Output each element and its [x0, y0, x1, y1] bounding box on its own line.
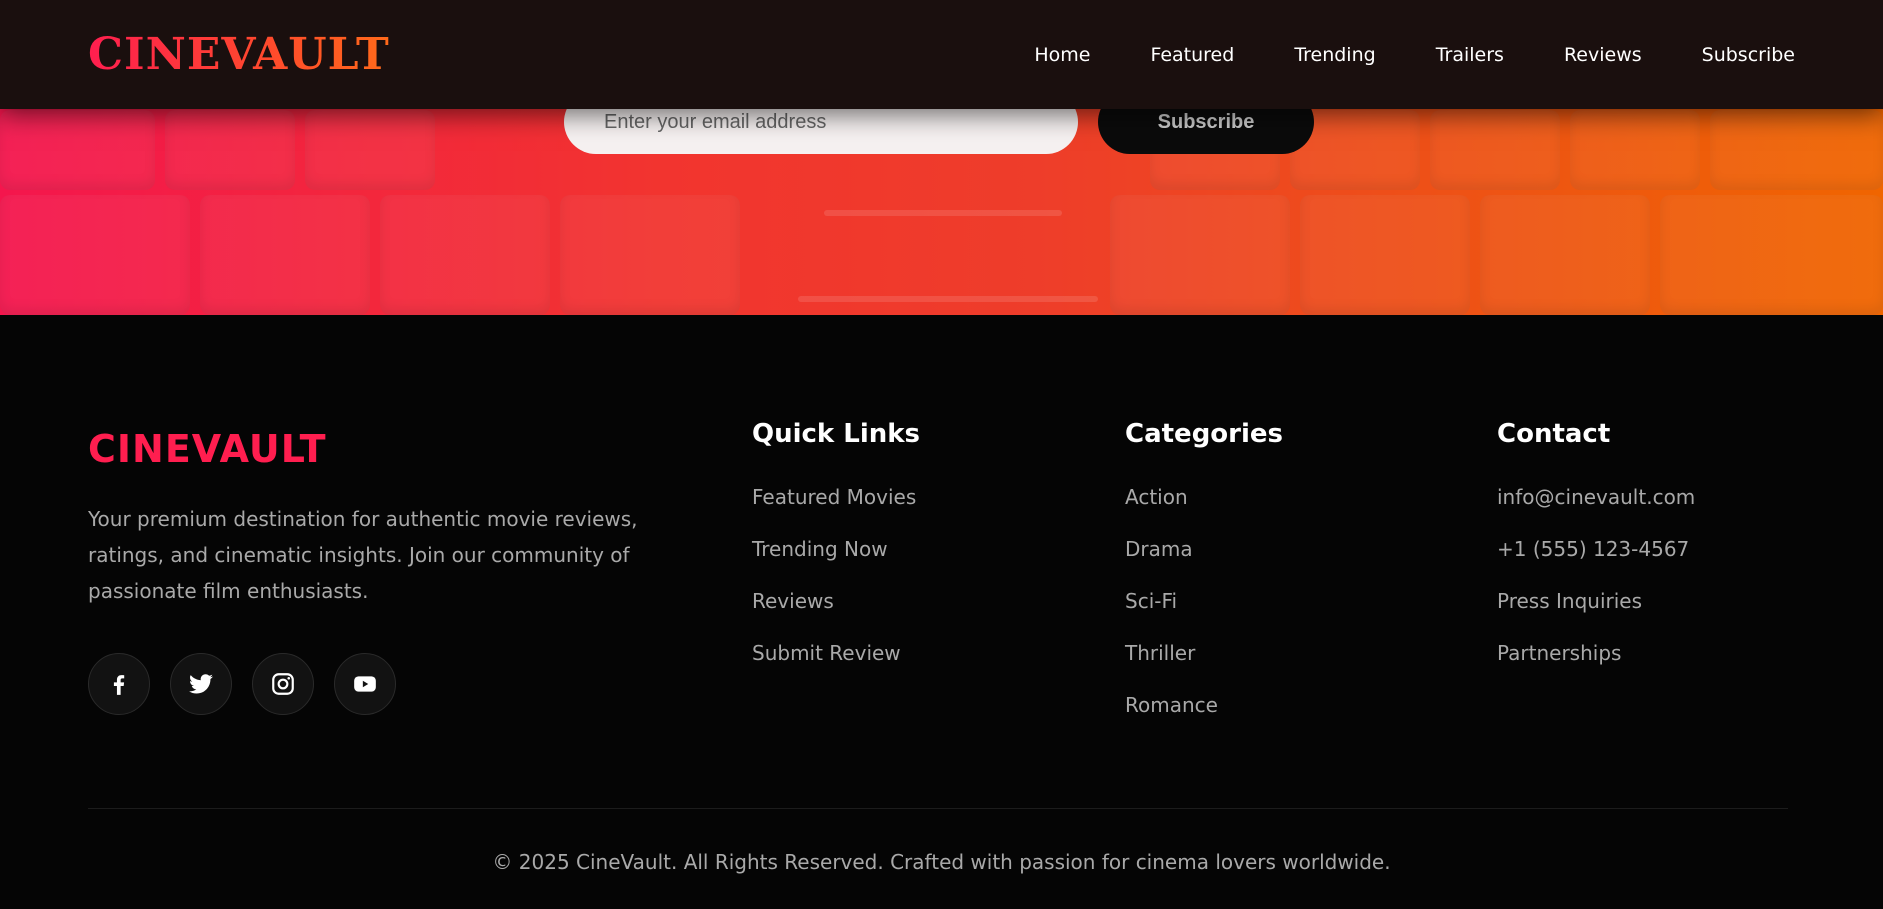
- twitter-icon: [189, 674, 213, 694]
- footer-logo[interactable]: CINEVAULT: [88, 427, 658, 471]
- categories-list: Action Drama Sci-Fi Thriller Romance: [1125, 471, 1283, 731]
- contact-phone[interactable]: +1 (555) 123-4567: [1497, 523, 1695, 575]
- category-romance[interactable]: Romance: [1125, 679, 1283, 731]
- twitter-link[interactable]: [170, 653, 232, 715]
- youtube-link[interactable]: [334, 653, 396, 715]
- quick-link-featured-movies[interactable]: Featured Movies: [752, 471, 920, 523]
- nav-reviews[interactable]: Reviews: [1564, 44, 1642, 66]
- site-header: CINEVAULT Home Featured Trending Trailer…: [0, 0, 1883, 109]
- instagram-link[interactable]: [252, 653, 314, 715]
- header-logo[interactable]: CINEVAULT: [88, 29, 390, 80]
- seat-decoration: [165, 110, 295, 190]
- category-drama[interactable]: Drama: [1125, 523, 1283, 575]
- seat-decoration: [560, 195, 740, 315]
- contact-title: Contact: [1497, 419, 1611, 449]
- quick-link-submit-review[interactable]: Submit Review: [752, 627, 920, 679]
- nav-trailers[interactable]: Trailers: [1436, 44, 1504, 66]
- footer-brand: CINEVAULT Your premium destination for a…: [88, 427, 658, 715]
- nav-home[interactable]: Home: [1034, 44, 1090, 66]
- seat-decoration: [1710, 110, 1883, 190]
- social-links: [88, 653, 658, 715]
- facebook-link[interactable]: [88, 653, 150, 715]
- seat-decoration: [1480, 195, 1650, 315]
- quick-links-column: Quick Links Featured Movies Trending Now…: [752, 419, 920, 679]
- categories-column: Categories Action Drama Sci-Fi Thriller …: [1125, 419, 1283, 731]
- seat-decoration: [0, 195, 190, 315]
- seat-decoration: [0, 110, 155, 190]
- nav-featured[interactable]: Featured: [1150, 44, 1234, 66]
- quick-links-title: Quick Links: [752, 419, 921, 449]
- contact-email[interactable]: info@cinevault.com: [1497, 471, 1695, 523]
- instagram-icon: [272, 673, 294, 695]
- aisle-step-decoration: [798, 296, 1098, 302]
- seat-decoration: [305, 110, 435, 190]
- seat-decoration: [1430, 110, 1560, 190]
- quick-link-reviews[interactable]: Reviews: [752, 575, 920, 627]
- category-action[interactable]: Action: [1125, 471, 1283, 523]
- footer-description: Your premium destination for authentic m…: [88, 507, 638, 603]
- quick-link-trending-now[interactable]: Trending Now: [752, 523, 920, 575]
- seat-decoration: [1660, 195, 1883, 315]
- site-footer: CINEVAULT Your premium destination for a…: [0, 315, 1883, 909]
- contact-press-inquiries[interactable]: Press Inquiries: [1497, 575, 1695, 627]
- seat-decoration: [200, 195, 370, 315]
- seat-decoration: [380, 195, 550, 315]
- seat-decoration: [1110, 195, 1290, 315]
- footer-divider: [88, 808, 1788, 809]
- nav-subscribe[interactable]: Subscribe: [1702, 44, 1795, 66]
- seat-decoration: [1570, 110, 1700, 190]
- aisle-step-decoration: [824, 210, 1062, 216]
- contact-list: info@cinevault.com +1 (555) 123-4567 Pre…: [1497, 471, 1695, 679]
- facebook-icon: [113, 675, 125, 695]
- seat-decoration: [1300, 195, 1470, 315]
- categories-title: Categories: [1125, 419, 1284, 449]
- contact-partnerships[interactable]: Partnerships: [1497, 627, 1695, 679]
- category-thriller[interactable]: Thriller: [1125, 627, 1283, 679]
- nav-trending[interactable]: Trending: [1294, 44, 1375, 66]
- category-sci-fi[interactable]: Sci-Fi: [1125, 575, 1283, 627]
- copyright-text: © 2025 CineVault. All Rights Reserved. C…: [492, 850, 1391, 874]
- quick-links-list: Featured Movies Trending Now Reviews Sub…: [752, 471, 920, 679]
- youtube-icon: [354, 676, 376, 692]
- contact-column: Contact info@cinevault.com +1 (555) 123-…: [1497, 419, 1695, 679]
- main-nav: Home Featured Trending Trailers Reviews …: [1034, 44, 1795, 66]
